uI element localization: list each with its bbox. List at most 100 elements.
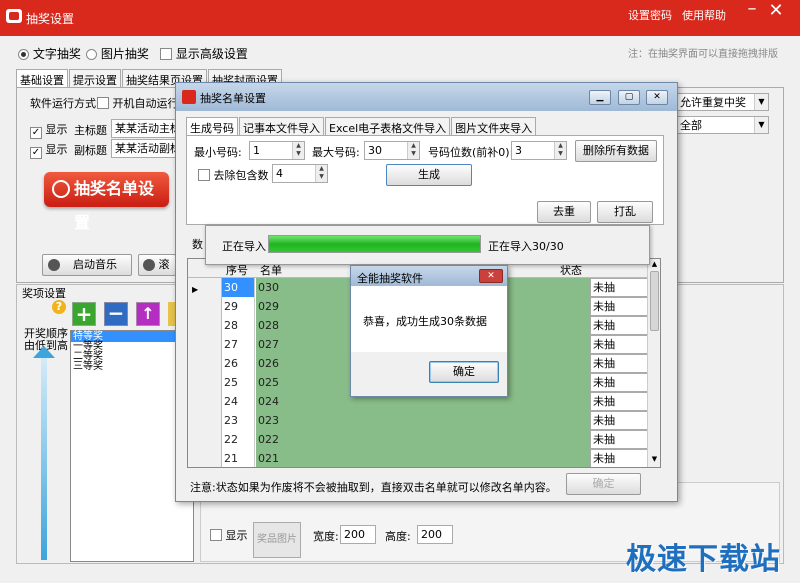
repeat-winning-select[interactable]: 允许重复中奖 ▼ bbox=[676, 93, 769, 111]
delete-all-button[interactable]: 删除所有数据 bbox=[575, 140, 657, 162]
row-name[interactable]: 022 bbox=[256, 430, 554, 449]
import-progress-dialog: 正在导入 正在导入30/30 bbox=[205, 225, 650, 265]
tab-basic[interactable]: 基础设置 bbox=[16, 69, 68, 88]
row-spacer bbox=[554, 430, 590, 449]
dialog-tabs: 生成号码 记事本文件导入 Excel电子表格文件导入 图片文件夹导入 bbox=[186, 117, 537, 136]
mode-image-option[interactable]: 图片抽奖 bbox=[86, 45, 149, 62]
mode-text-option[interactable]: 文字抽奖 bbox=[18, 45, 81, 62]
generate-button[interactable]: 生成 bbox=[386, 164, 472, 186]
dialog-ok-button[interactable]: 确定 bbox=[566, 473, 641, 495]
row-spacer bbox=[554, 449, 590, 467]
max-number-input[interactable]: 30 ▲ ▼ bbox=[364, 141, 420, 160]
progress-fill bbox=[269, 236, 480, 252]
row-number[interactable]: 22 bbox=[222, 430, 255, 449]
scroll-down-icon[interactable]: ▼ bbox=[648, 455, 660, 463]
row-number[interactable]: 27 bbox=[222, 335, 255, 354]
show-image-checkbox[interactable]: 显示 bbox=[210, 527, 248, 543]
remove-prize-icon[interactable]: − bbox=[104, 302, 128, 326]
exclude-input[interactable]: 4 ▲ ▼ bbox=[272, 164, 328, 183]
row-number[interactable]: 30 bbox=[222, 278, 255, 297]
dialog-maximize-icon[interactable]: ▢ bbox=[618, 90, 640, 105]
row-number[interactable]: 25 bbox=[222, 373, 255, 392]
sub-title-label: 副标题 bbox=[74, 144, 107, 157]
scroll-thumb[interactable] bbox=[650, 271, 659, 331]
check-icon: ✓ bbox=[30, 127, 42, 139]
row-number[interactable]: 29 bbox=[222, 297, 255, 316]
message-ok-button[interactable]: 确定 bbox=[429, 361, 499, 383]
tab-generate[interactable]: 生成号码 bbox=[186, 117, 238, 136]
scroll-button[interactable]: 滚 bbox=[138, 254, 176, 276]
row-number[interactable]: 24 bbox=[222, 392, 255, 411]
max-number-label: 最大号码: bbox=[312, 146, 360, 159]
row-number[interactable]: 26 bbox=[222, 354, 255, 373]
message-body: 恭喜，成功生成30条数据 bbox=[351, 286, 507, 352]
row-number[interactable]: 28 bbox=[222, 316, 255, 335]
spinner-icon[interactable]: ▲ ▼ bbox=[407, 142, 419, 159]
spinner-icon[interactable]: ▲ ▼ bbox=[315, 165, 327, 182]
digits-input[interactable]: 3 ▲ ▼ bbox=[511, 141, 567, 160]
advanced-settings-checkbox[interactable]: 显示高级设置 bbox=[160, 45, 248, 62]
start-music-button[interactable]: 启动音乐 bbox=[42, 254, 132, 276]
grid-scrollbar[interactable]: ▲ ▼ bbox=[647, 259, 660, 467]
dialog-minimize-icon[interactable]: ▁ bbox=[589, 90, 611, 105]
row-spacer bbox=[554, 411, 590, 430]
row-spacer bbox=[554, 354, 590, 373]
tab-image-folder-import[interactable]: 图片文件夹导入 bbox=[451, 117, 537, 135]
row-name[interactable]: 023 bbox=[256, 411, 554, 430]
row-name[interactable]: 021 bbox=[256, 449, 554, 467]
show-main-title-checkbox[interactable]: ✓ 显示 bbox=[30, 121, 68, 139]
dialog-title: 抽奖名单设置 bbox=[200, 92, 266, 105]
dialog-title-bar: 抽奖名单设置 ▁ ▢ ✕ bbox=[176, 83, 677, 111]
spinner-icon[interactable]: ▲ ▼ bbox=[292, 142, 304, 159]
progress-status: 正在导入30/30 bbox=[488, 240, 564, 253]
drag-hint: 注：在抽奖界面可以直接拖拽排版 bbox=[628, 49, 778, 60]
shuffle-button[interactable]: 打乱 bbox=[597, 201, 653, 223]
message-close-icon[interactable]: ✕ bbox=[479, 269, 503, 283]
progress-bar bbox=[268, 235, 481, 253]
progress-label: 正在导入 bbox=[222, 240, 266, 253]
scroll-icon bbox=[143, 259, 155, 271]
dedupe-button[interactable]: 去重 bbox=[537, 201, 591, 223]
close-icon[interactable]: ✕ bbox=[764, 0, 788, 21]
sub-title-input[interactable]: 某某活动副标 bbox=[111, 139, 179, 158]
watermark: 极速下载站 bbox=[626, 542, 781, 577]
main-title-input[interactable]: 某某活动主标 bbox=[111, 119, 179, 138]
set-password-link[interactable]: 设置密码 bbox=[628, 7, 672, 23]
main-title-bar: 抽奖设置 设置密码 使用帮助 – ✕ bbox=[0, 0, 800, 36]
row-number[interactable]: 21 bbox=[222, 449, 255, 467]
main-window-title: 抽奖设置 bbox=[26, 12, 75, 26]
checkbox-icon bbox=[210, 529, 222, 541]
tab-excel-import[interactable]: Excel电子表格文件导入 bbox=[325, 117, 451, 135]
show-sub-title-checkbox[interactable]: ✓ 显示 bbox=[30, 141, 68, 159]
row-selector-column: ▶ bbox=[188, 278, 222, 467]
message-title-bar: 全能抽奖软件 ✕ bbox=[351, 266, 507, 286]
minimize-icon[interactable]: – bbox=[740, 0, 764, 19]
autostart-checkbox[interactable]: 开机自动运行 bbox=[97, 95, 179, 111]
range-select[interactable]: 全部 ▼ bbox=[676, 116, 769, 134]
tab-notepad-import[interactable]: 记事本文件导入 bbox=[239, 117, 324, 135]
dialog-app-icon bbox=[182, 90, 196, 104]
dialog-close-icon[interactable]: ✕ bbox=[646, 90, 668, 105]
height-input[interactable]: 200 bbox=[417, 525, 453, 544]
success-message-box: 全能抽奖软件 ✕ 恭喜，成功生成30条数据 确定 bbox=[350, 265, 508, 397]
move-up-icon[interactable]: ↑ bbox=[136, 302, 160, 326]
row-number[interactable]: 23 bbox=[222, 411, 255, 430]
dropdown-arrow-icon: ▼ bbox=[754, 94, 768, 110]
list-settings-button[interactable]: 抽奖名单设置 bbox=[44, 172, 169, 232]
spinner-icon[interactable]: ▲ ▼ bbox=[554, 142, 566, 159]
help-link[interactable]: 使用帮助 bbox=[682, 7, 726, 23]
add-prize-icon[interactable]: + bbox=[72, 302, 96, 326]
tab-prompt[interactable]: 提示设置 bbox=[69, 69, 121, 87]
table-row[interactable]: 21021未抽▼ bbox=[222, 449, 660, 467]
exclude-checkbox[interactable]: 去除包含数 bbox=[198, 167, 269, 183]
main-title-label: 主标题 bbox=[74, 124, 107, 137]
min-number-label: 最小号码: bbox=[194, 146, 242, 159]
help-icon[interactable]: ? bbox=[52, 300, 66, 314]
row-spacer bbox=[554, 278, 590, 297]
table-row[interactable]: 22022未抽▼ bbox=[222, 430, 660, 449]
width-input[interactable]: 200 bbox=[340, 525, 376, 544]
table-row[interactable]: 23023未抽▼ bbox=[222, 411, 660, 430]
prize-image-button[interactable]: 奖品图片 bbox=[253, 522, 301, 558]
checkbox-icon bbox=[97, 97, 109, 109]
min-number-input[interactable]: 1 ▲ ▼ bbox=[249, 141, 305, 160]
